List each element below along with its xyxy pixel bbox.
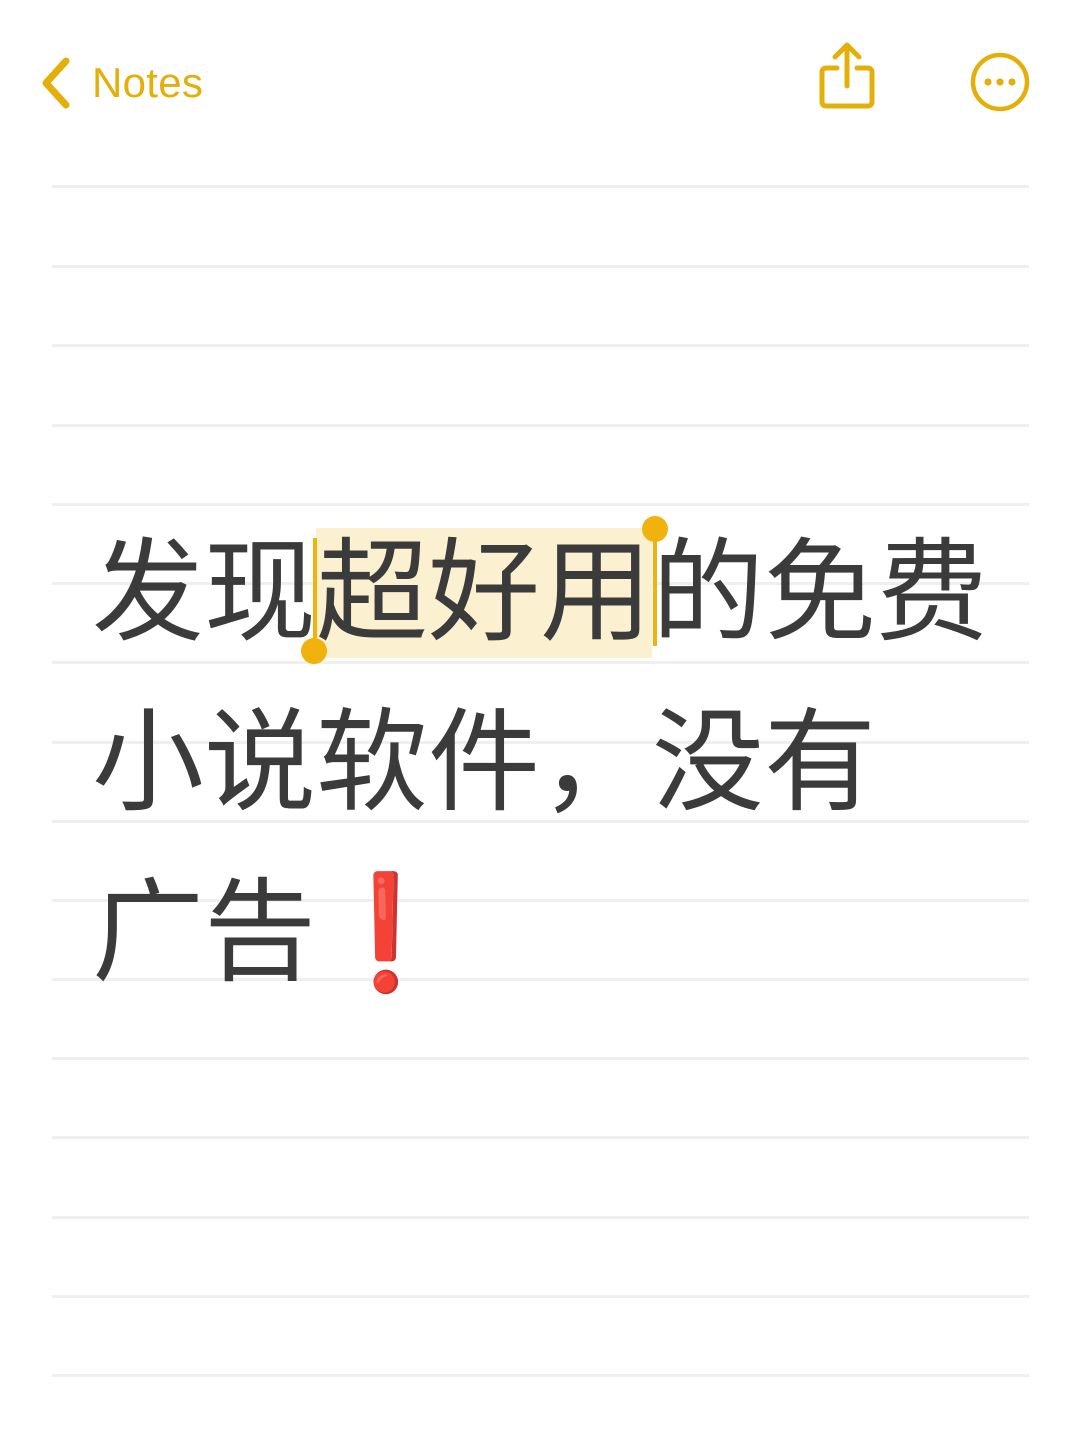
note-text: 的免费 [652,528,988,658]
more-icon [970,52,1030,112]
selected-text: 超好用 [316,528,652,658]
back-button[interactable]: Notes [36,50,203,116]
ruled-line [52,1136,1029,1139]
note-line-1: 发现 超好用 的免费 [92,508,1052,678]
selection-end-handle[interactable] [642,516,668,646]
selection-start-handle[interactable] [301,538,327,664]
chevron-left-icon [42,57,70,109]
ruled-line [52,1057,1029,1060]
navigation-bar: Notes [0,0,1080,170]
exclamation-emoji: ❗ [316,868,456,998]
ruled-line [52,1295,1029,1298]
note-line-3: 广告❗ [92,848,1052,1018]
ruled-line [52,503,1029,506]
ruled-line [52,185,1029,188]
note-text: 广告 [92,868,316,998]
share-icon [819,42,875,109]
ruled-line [52,1374,1029,1377]
back-label: Notes [92,59,204,106]
more-button[interactable] [968,50,1032,114]
share-button[interactable] [814,40,880,112]
ruled-line [52,344,1029,347]
text-selection[interactable]: 超好用 [301,516,668,664]
note-text: 发现 [92,528,316,658]
note-line-2: 小说软件，没有 [92,678,1052,848]
note-body[interactable]: 发现 超好用 的免费 小说软件，没有 广告❗ [92,508,1052,1018]
note-text: 小说软件，没有 [92,698,876,828]
ruled-line [52,1216,1029,1219]
ruled-line [52,424,1029,427]
ruled-line [52,265,1029,268]
